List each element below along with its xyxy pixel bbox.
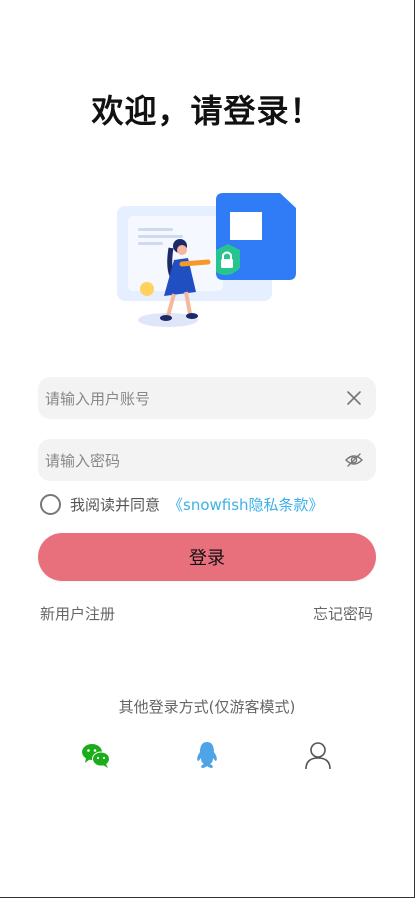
login-button[interactable]: 登录: [38, 533, 376, 581]
qq-icon[interactable]: [192, 740, 222, 770]
guest-user-icon[interactable]: [303, 740, 333, 770]
agreement-row: 我阅读并同意 《snowfish隐私条款》: [40, 492, 324, 516]
clear-icon[interactable]: [344, 388, 364, 408]
other-login-label: 其他登录方式(仅游客模式): [118, 698, 296, 716]
wechat-icon[interactable]: [81, 740, 111, 770]
password-input[interactable]: [43, 439, 327, 483]
username-input[interactable]: [43, 377, 327, 421]
login-illustration: [117, 193, 296, 327]
username-field[interactable]: [38, 377, 376, 421]
password-field[interactable]: [38, 439, 376, 483]
eye-hidden-icon[interactable]: [344, 450, 364, 470]
privacy-policy-link[interactable]: 《snowfish隐私条款》: [168, 494, 324, 515]
agreement-checkbox[interactable]: [40, 493, 61, 515]
register-link[interactable]: 新用户注册: [40, 603, 115, 624]
page-title: 欢迎，请登录！: [91, 92, 323, 130]
agreement-text: 我阅读并同意: [70, 495, 161, 514]
forgot-password-link[interactable]: 忘记密码: [313, 603, 373, 624]
